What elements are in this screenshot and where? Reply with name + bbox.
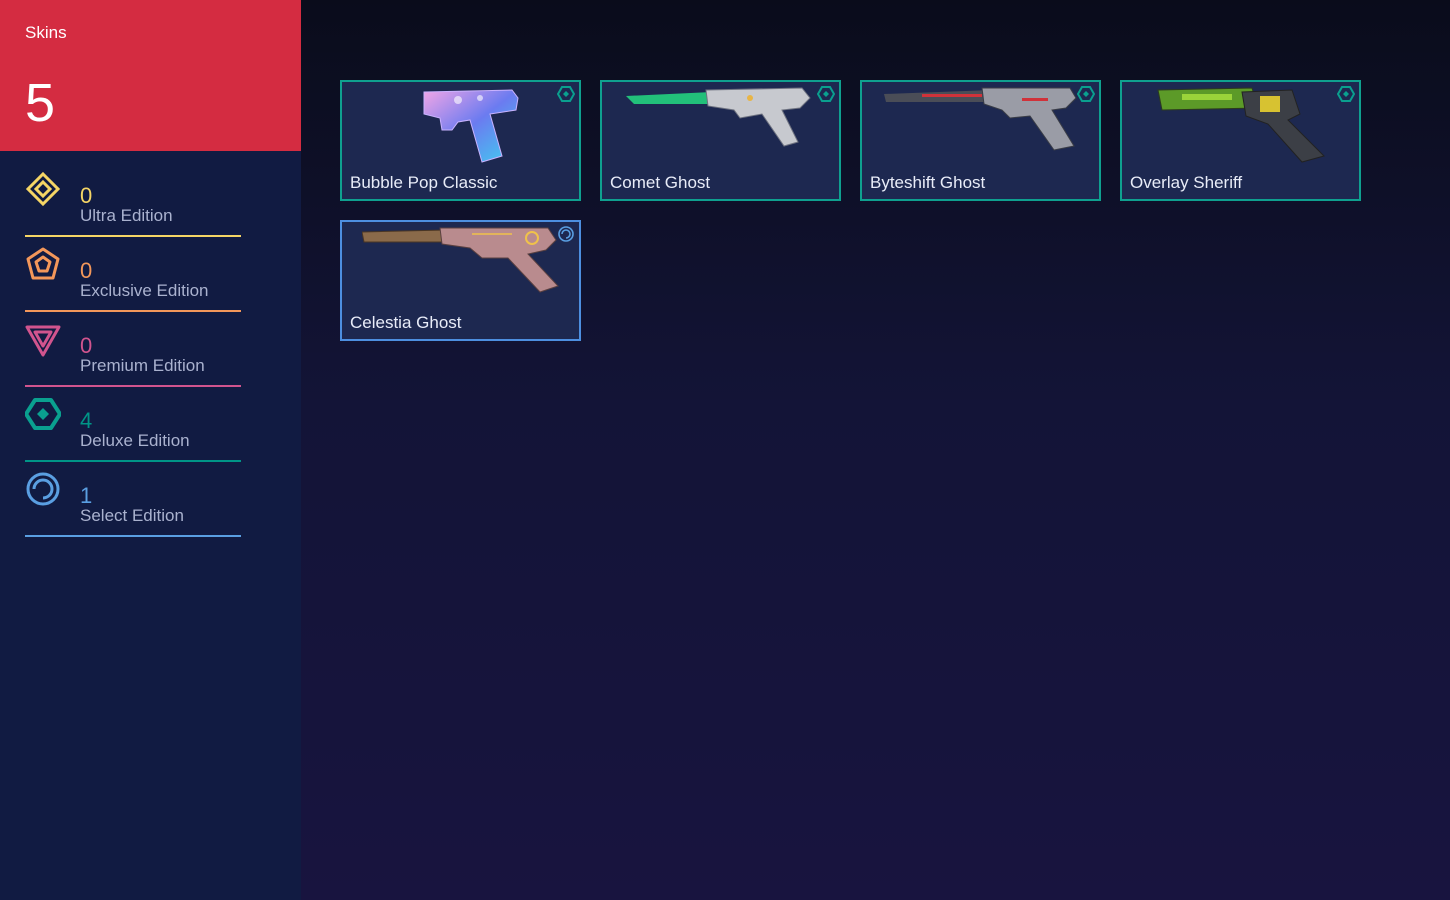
tier-deluxe-count: 4 — [80, 408, 93, 433]
tier-premium[interactable]: 0 Premium Edition — [25, 321, 241, 387]
skin-card-name: Byteshift Ghost — [870, 173, 986, 192]
deluxe-badge-icon — [1337, 86, 1355, 102]
ultra-diamond-icon — [25, 171, 61, 207]
skins-label: Skins — [25, 23, 67, 42]
skin-card-bubble-pop-classic[interactable]: Bubble Pop Classic — [340, 80, 581, 201]
tier-select-label: Select Edition — [80, 506, 184, 525]
tier-premium-count: 0 — [80, 333, 93, 358]
skin-card-name: Celestia Ghost — [350, 313, 462, 332]
tier-deluxe[interactable]: 4 Deluxe Edition — [25, 396, 241, 462]
skin-card-byteshift-ghost[interactable]: Byteshift Ghost — [860, 80, 1101, 201]
skin-card-name: Overlay Sheriff — [1130, 173, 1243, 192]
pistol-image — [362, 227, 559, 293]
tier-ultra-label: Ultra Edition — [80, 206, 173, 225]
skin-card-celestia-ghost[interactable]: Celestia Ghost — [340, 220, 581, 341]
tier-select[interactable]: 1 Select Edition — [25, 471, 241, 537]
deluxe-badge-icon — [557, 86, 575, 102]
sidebar: Skins 5 0 Ultra Edition 0 Exclusive Edit… — [0, 0, 301, 900]
tier-ultra-count: 0 — [80, 183, 93, 208]
skin-card-overlay-sheriff[interactable]: Overlay Sheriff — [1120, 80, 1361, 201]
skins-grid: Bubble Pop Classic Comet Ghost Byteshift… — [301, 0, 1450, 900]
pistol-image — [423, 89, 519, 163]
tier-exclusive-label: Exclusive Edition — [80, 281, 209, 300]
skin-card-comet-ghost[interactable]: Comet Ghost — [600, 80, 841, 201]
pistol-image — [626, 87, 811, 147]
skin-card-name: Comet Ghost — [610, 173, 711, 192]
select-badge-icon — [558, 226, 574, 242]
revolver-image — [1157, 87, 1325, 163]
skin-card-name: Bubble Pop Classic — [350, 173, 498, 192]
skins-total-count: 5 — [25, 73, 56, 133]
app-root: Skins 5 0 Ultra Edition 0 Exclusive Edit… — [0, 0, 1450, 900]
tier-deluxe-label: Deluxe Edition — [80, 431, 190, 450]
select-ring-icon — [26, 472, 60, 506]
premium-triangle-icon — [25, 325, 61, 357]
deluxe-badge-icon — [1077, 86, 1095, 102]
tier-select-count: 1 — [80, 483, 93, 508]
pistol-image — [884, 87, 1077, 151]
skins-summary: Skins 5 — [0, 0, 301, 151]
deluxe-diamond-icon — [25, 398, 61, 430]
tier-ultra[interactable]: 0 Ultra Edition — [25, 171, 241, 237]
deluxe-badge-icon — [817, 86, 835, 102]
exclusive-pentagon-icon — [26, 247, 60, 280]
tier-exclusive-count: 0 — [80, 258, 93, 283]
tier-exclusive[interactable]: 0 Exclusive Edition — [25, 246, 241, 312]
tier-premium-label: Premium Edition — [80, 356, 205, 375]
